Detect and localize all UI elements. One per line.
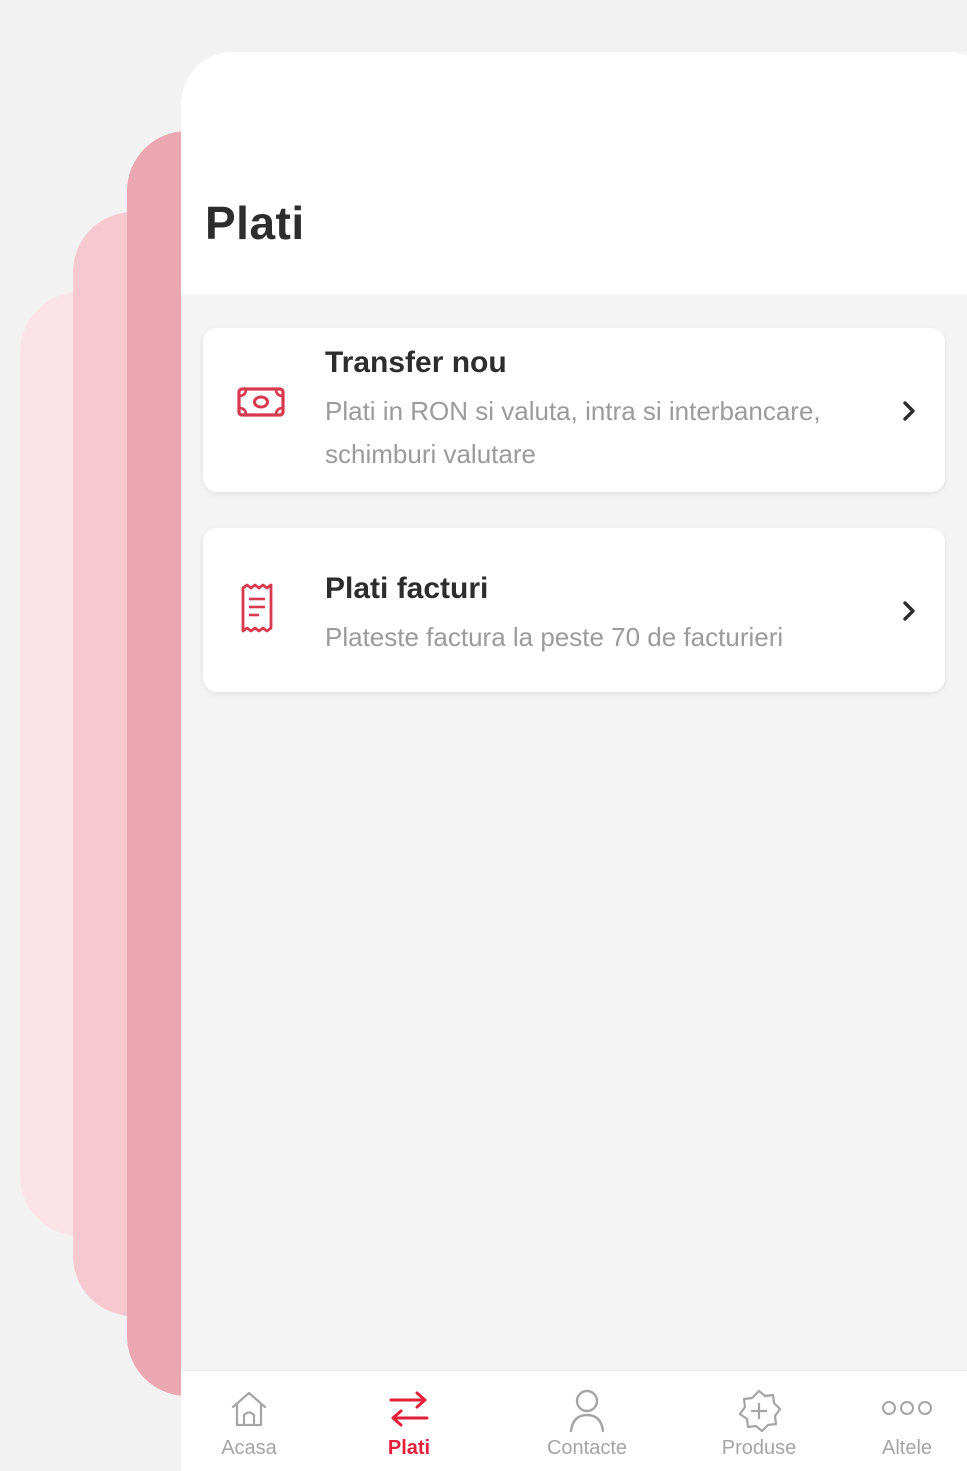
nav-label: Contacte bbox=[546, 1437, 628, 1459]
plati-facturi-card[interactable]: Plati facturi Plateste factura la peste … bbox=[203, 528, 945, 692]
page-header: Plati bbox=[181, 52, 967, 294]
receipt-icon bbox=[237, 582, 277, 639]
home-icon bbox=[227, 1387, 271, 1436]
card-title: Transfer nou bbox=[325, 346, 507, 379]
nav-item-altele[interactable]: Altele bbox=[837, 1371, 967, 1471]
nav-item-acasa[interactable]: Acasa bbox=[181, 1371, 319, 1471]
bottom-nav: Acasa Plati Contacte Produse Altele bbox=[181, 1370, 967, 1471]
nav-label: Plati bbox=[387, 1437, 431, 1459]
plus-badge-icon bbox=[735, 1387, 783, 1440]
nav-item-plati[interactable]: Plati bbox=[339, 1371, 479, 1471]
nav-label: Produse bbox=[721, 1437, 797, 1459]
banknote-icon bbox=[237, 386, 285, 423]
card-title: Plati facturi bbox=[325, 572, 489, 605]
chevron-right-icon bbox=[901, 600, 917, 627]
transfer-nou-card[interactable]: Transfer nou Plati in RON si valuta, int… bbox=[203, 328, 945, 492]
page-title: Plati bbox=[205, 197, 305, 249]
card-description: Plateste factura la peste 70 de facturie… bbox=[325, 622, 784, 652]
nav-item-produse[interactable]: Produse bbox=[689, 1371, 829, 1471]
transfer-arrows-icon bbox=[387, 1387, 431, 1436]
nav-item-contacte[interactable]: Contacte bbox=[517, 1371, 657, 1471]
person-icon bbox=[565, 1387, 609, 1440]
card-description: Plati in RON si valuta, intra si interba… bbox=[325, 396, 821, 469]
nav-label: Altele bbox=[881, 1437, 933, 1459]
nav-label: Acasa bbox=[221, 1437, 277, 1459]
chevron-right-icon bbox=[901, 400, 917, 427]
more-dots-icon bbox=[881, 1399, 933, 1422]
app-screen: Plati Transfer nou Plati in RON si valut… bbox=[181, 52, 967, 1471]
